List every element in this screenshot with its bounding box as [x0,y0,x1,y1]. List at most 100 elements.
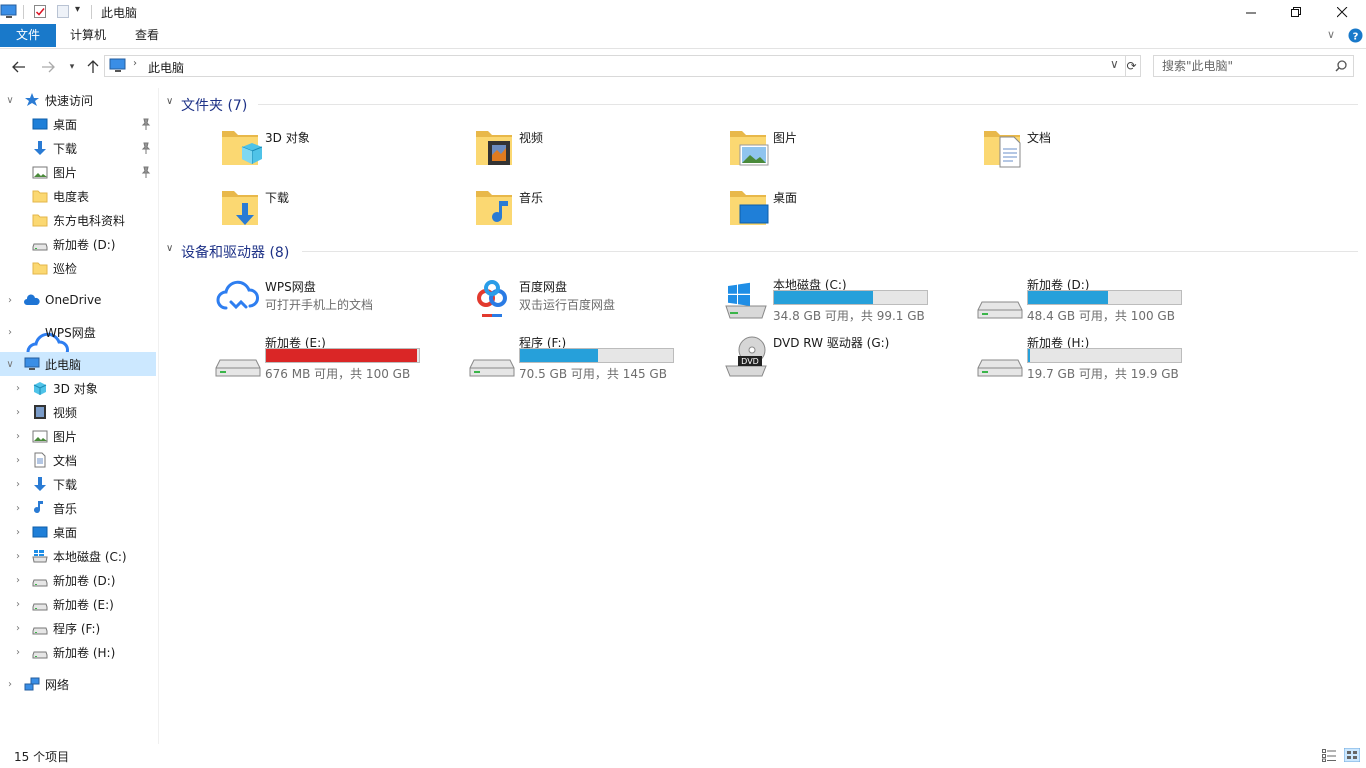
folder-tile[interactable]: 视频 [474,125,714,175]
drive-tile[interactable]: 新加卷 (H:) 19.7 GB 可用，共 19.9 GB [976,330,1226,386]
forward-button[interactable] [39,58,57,76]
drive-tile[interactable]: 百度网盘 双击运行百度网盘 [468,272,718,328]
drive-name: 百度网盘 [519,280,568,294]
folder-tile[interactable]: 桌面 [728,185,968,235]
sidebar-item[interactable]: › 图片 [0,424,156,448]
sidebar-item[interactable]: ∨ 此电脑 [0,352,156,376]
sidebar-item[interactable]: › WPS网盘 [0,320,156,362]
drive-tile[interactable]: 程序 (F:) 70.5 GB 可用，共 145 GB [468,330,718,386]
expand-chevron-right-icon[interactable]: › [5,295,15,306]
sidebar-item[interactable]: › 本地磁盘 (C:) [0,544,156,568]
sidebar-item[interactable]: 下载 [0,136,156,160]
recent-locations-chevron-icon[interactable]: ▾ [63,58,81,76]
drive-tile[interactable]: 新加卷 (D:) 48.4 GB 可用，共 100 GB [976,272,1226,328]
sidebar-item[interactable]: › 新加卷 (D:) [0,568,156,592]
drive-tile[interactable]: DVD DVD RW 驱动器 (G:) [722,330,972,386]
breadcrumb-current[interactable]: 此电脑 [148,59,184,76]
large-icons-view-icon[interactable] [1344,748,1360,762]
expand-chevron-right-icon[interactable]: › [13,575,23,586]
sidebar-item[interactable]: › 下载 [0,472,156,496]
expand-chevron-down-icon[interactable]: ∨ [5,95,15,106]
sidebar-item[interactable]: 巡检 [0,256,156,280]
details-view-icon[interactable] [1322,749,1336,762]
sidebar-item[interactable]: › 桌面 [0,520,156,544]
capacity-bar [1027,348,1182,363]
expand-chevron-right-icon[interactable]: › [13,479,23,490]
sidebar-item[interactable]: 电度表 [0,184,156,208]
sidebar-item[interactable]: › 程序 (F:) [0,616,156,640]
address-bar[interactable]: › 此电脑 ∨ [104,55,1126,77]
customize-quick-access-chevron-icon[interactable]: ▾ [75,4,80,15]
sidebar-item-label: 音乐 [53,501,78,516]
refresh-button[interactable]: ⟳ [1123,55,1141,77]
help-icon[interactable]: ? [1348,28,1363,43]
expand-chevron-right-icon[interactable]: › [13,407,23,418]
drive-tile[interactable]: 新加卷 (E:) 676 MB 可用，共 100 GB [214,330,464,386]
search-input[interactable] [1160,56,1334,76]
folder-tile[interactable]: 下载 [220,185,460,235]
tab-view[interactable]: 查看 [122,24,172,47]
close-button[interactable] [1319,0,1365,24]
expand-chevron-right-icon[interactable]: › [13,623,23,634]
sidebar-item[interactable]: ∨ 快速访问 [0,88,156,112]
address-history-chevron-icon[interactable]: ∨ [1110,57,1119,71]
video-icon [32,404,48,420]
sidebar-item-label: OneDrive [45,293,102,307]
svg-text:DVD: DVD [741,357,759,366]
expand-chevron-right-icon[interactable]: › [13,551,23,562]
expand-chevron-right-icon[interactable]: › [13,431,23,442]
expand-chevron-right-icon[interactable]: › [13,455,23,466]
sidebar-item[interactable]: 东方电科资料 [0,208,156,232]
expand-chevron-right-icon[interactable]: › [13,503,23,514]
restore-button[interactable] [1273,0,1319,24]
back-button[interactable] [10,58,28,76]
expand-chevron-down-icon[interactable]: ∨ [5,359,15,370]
drive-icon [32,644,48,660]
up-button[interactable] [84,58,102,76]
sidebar-item[interactable]: › 音乐 [0,496,156,520]
computer-icon[interactable] [0,4,18,19]
sidebar-item[interactable]: › 视频 [0,400,156,424]
sidebar-item[interactable]: 新加卷 (D:) [0,232,156,256]
back-arrow-icon [12,61,25,73]
folders-group-chevron-icon[interactable]: ∨ [166,96,173,107]
expand-chevron-right-icon[interactable]: › [5,327,15,338]
sidebar-item[interactable]: › 网络 [0,672,156,696]
sidebar-item[interactable]: 图片 [0,160,156,184]
capacity-bar-fill [774,291,874,304]
expand-chevron-right-icon[interactable]: › [13,527,23,538]
tab-computer[interactable]: 计算机 [57,24,119,47]
sidebar-item[interactable]: › 新加卷 (H:) [0,640,156,664]
sidebar-item[interactable]: › 文档 [0,448,156,472]
breadcrumb-separator-icon[interactable]: › [133,58,137,69]
properties-icon[interactable] [33,4,47,19]
folders-group-header[interactable]: 文件夹 (7) [181,95,247,115]
desktop-folder-icon [728,185,770,229]
drive-icon [32,572,48,588]
drive-tile[interactable]: WPS网盘 可打开手机上的文档 [214,272,464,328]
sidebar-item[interactable]: 桌面 [0,112,156,136]
drive-tile[interactable]: 本地磁盘 (C:) 34.8 GB 可用，共 99.1 GB [722,272,972,328]
sidebar-item-label: 桌面 [53,525,78,540]
sidebar-item-label: 巡检 [53,261,78,276]
expand-chevron-right-icon[interactable]: › [13,599,23,610]
devices-group-chevron-icon[interactable]: ∨ [166,243,173,254]
folder-tile[interactable]: 音乐 [474,185,714,235]
sidebar-item[interactable]: › 新加卷 (E:) [0,592,156,616]
expand-chevron-right-icon[interactable]: › [13,383,23,394]
minimize-button[interactable] [1228,0,1274,24]
sidebar-item[interactable]: › 3D 对象 [0,376,156,400]
sidebar-item[interactable]: › OneDrive [0,288,156,312]
expand-chevron-right-icon[interactable]: › [5,679,15,690]
folder-tile[interactable]: 3D 对象 [220,125,460,175]
expand-chevron-right-icon[interactable]: › [13,647,23,658]
folder-tile[interactable]: 图片 [728,125,968,175]
search-icon[interactable] [1335,60,1347,72]
devices-group-header[interactable]: 设备和驱动器 (8) [181,242,289,262]
tab-file[interactable]: 文件 [0,24,57,47]
sidebar-item-label: 电度表 [53,189,90,204]
windows-drive-icon [722,276,770,324]
new-folder-icon[interactable] [56,4,70,19]
expand-ribbon-chevron-icon[interactable]: ∨ [1327,28,1335,41]
folder-tile[interactable]: 文档 [982,125,1222,175]
